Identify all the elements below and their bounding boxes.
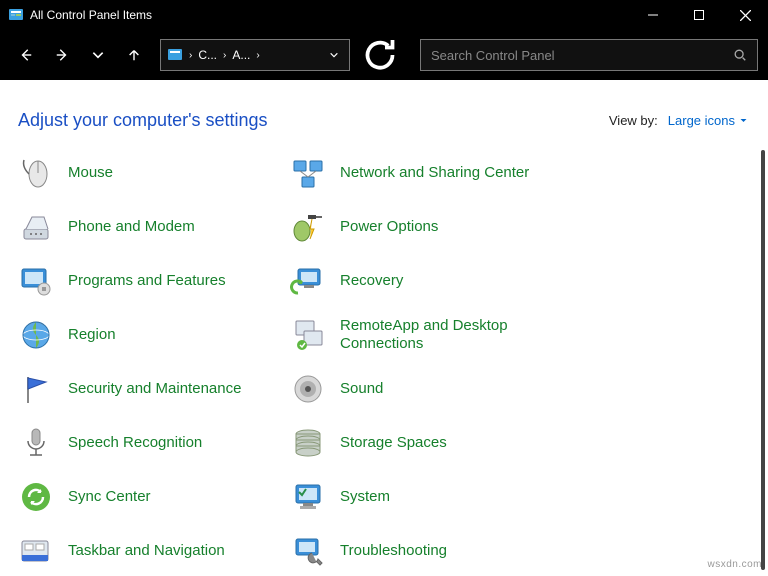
cp-item-mouse[interactable]: Mouse [18, 150, 278, 200]
sync-icon [18, 479, 54, 515]
forward-button[interactable] [46, 39, 78, 71]
phone-icon [18, 209, 54, 245]
cp-item-label: Troubleshooting [340, 542, 447, 560]
breadcrumb-1[interactable]: C... [198, 48, 217, 62]
viewby-value: Large icons [668, 113, 735, 128]
viewby-dropdown[interactable]: Large icons [668, 113, 748, 128]
cp-item-label: Security and Maintenance [68, 380, 241, 398]
breadcrumb-2[interactable]: A... [232, 48, 250, 62]
chevron-right-icon: › [223, 50, 226, 61]
mic-icon [18, 425, 54, 461]
network-icon [290, 155, 326, 191]
page-title: Adjust your computer's settings [18, 110, 268, 131]
system-icon [290, 479, 326, 515]
mouse-icon [18, 155, 54, 191]
cp-item-network[interactable]: Network and Sharing Center [290, 150, 550, 200]
cp-item-label: Programs and Features [68, 272, 226, 290]
cp-item-remote[interactable]: RemoteApp and Desktop Connections [290, 308, 550, 362]
cp-item-storage[interactable]: Storage Spaces [290, 416, 550, 470]
cp-item-troubleshoot[interactable]: Troubleshooting [290, 524, 550, 576]
titlebar: All Control Panel Items [0, 0, 768, 30]
cp-item-mic[interactable]: Speech Recognition [18, 416, 278, 470]
minimize-button[interactable] [630, 0, 676, 30]
cp-item-label: Phone and Modem [68, 218, 195, 236]
flag-icon [18, 371, 54, 407]
cp-item-label: Taskbar and Navigation [68, 542, 225, 560]
cp-item-sync[interactable]: Sync Center [18, 470, 278, 524]
region-icon [18, 317, 54, 353]
cp-item-phone[interactable]: Phone and Modem [18, 200, 278, 254]
scrollbar[interactable] [761, 150, 765, 570]
address-bar[interactable]: › C... › A... › [160, 39, 350, 71]
chevron-down-icon [739, 116, 748, 125]
cp-item-label: System [340, 488, 390, 506]
items-grid: Mouse Phone and Modem Programs and Feature… [0, 150, 768, 576]
cp-item-recovery[interactable]: Recovery [290, 254, 550, 308]
viewby-label: View by: [609, 113, 658, 128]
cp-item-label: Sync Center [68, 488, 151, 506]
maximize-button[interactable] [676, 0, 722, 30]
cp-item-system[interactable]: System [290, 470, 550, 524]
taskbar-icon [18, 533, 54, 569]
sound-icon [290, 371, 326, 407]
cp-item-label: Sound [340, 380, 383, 398]
cp-item-programs[interactable]: Programs and Features [18, 254, 278, 308]
cp-item-taskbar[interactable]: Taskbar and Navigation [18, 524, 278, 576]
window-title: All Control Panel Items [30, 8, 630, 22]
cp-item-label: Power Options [340, 218, 438, 236]
address-dropdown[interactable] [325, 50, 343, 60]
chevron-right-icon: › [256, 50, 259, 61]
search-icon [733, 48, 747, 62]
cp-item-label: Recovery [340, 272, 403, 290]
up-button[interactable] [118, 39, 150, 71]
content-header: Adjust your computer's settings View by:… [0, 80, 768, 150]
programs-icon [18, 263, 54, 299]
remote-icon [290, 317, 326, 353]
search-input[interactable]: Search Control Panel [420, 39, 758, 71]
close-button[interactable] [722, 0, 768, 30]
recent-dropdown[interactable] [82, 39, 114, 71]
recovery-icon [290, 263, 326, 299]
power-icon [290, 209, 326, 245]
cp-item-power[interactable]: Power Options [290, 200, 550, 254]
cp-item-label: Region [68, 326, 116, 344]
cp-item-flag[interactable]: Security and Maintenance [18, 362, 278, 416]
cp-item-label: Storage Spaces [340, 434, 447, 452]
control-panel-mini-icon [167, 47, 183, 63]
watermark: wsxdn.com [707, 559, 762, 570]
search-placeholder: Search Control Panel [431, 48, 733, 63]
cp-item-region[interactable]: Region [18, 308, 278, 362]
cp-item-label: Mouse [68, 164, 113, 182]
cp-item-label: RemoteApp and Desktop Connections [340, 317, 540, 353]
navigation-bar: › C... › A... › Search Control Panel [0, 30, 768, 80]
refresh-button[interactable] [360, 39, 400, 71]
cp-item-label: Speech Recognition [68, 434, 202, 452]
cp-item-sound[interactable]: Sound [290, 362, 550, 416]
cp-item-label: Network and Sharing Center [340, 164, 529, 182]
back-button[interactable] [10, 39, 42, 71]
troubleshoot-icon [290, 533, 326, 569]
control-panel-icon [8, 7, 24, 23]
chevron-right-icon: › [189, 50, 192, 61]
storage-icon [290, 425, 326, 461]
